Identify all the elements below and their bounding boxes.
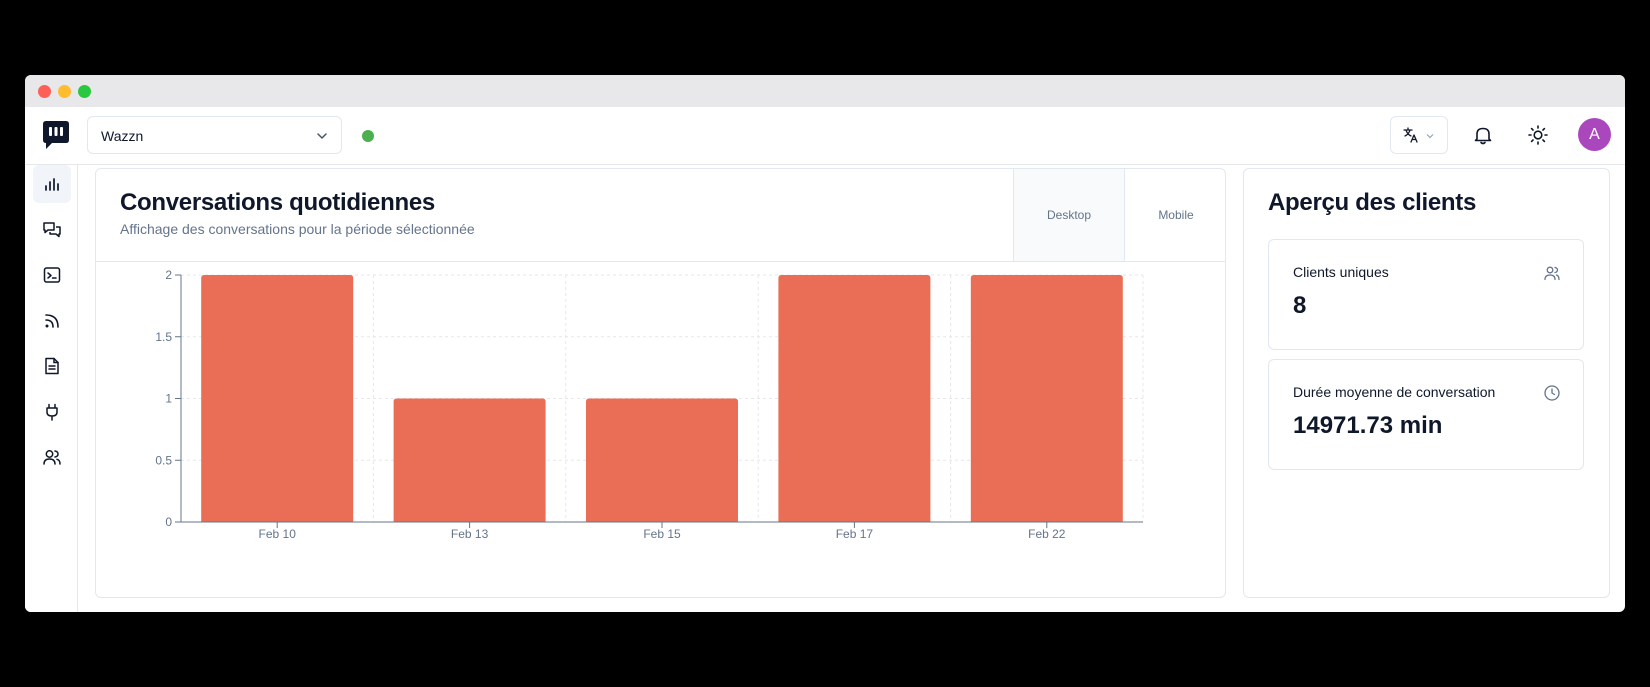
rss-icon [45, 314, 59, 328]
project-selector-label: Wazzn [101, 128, 144, 144]
bell-icon[interactable] [1472, 124, 1494, 146]
chevron-down-icon [317, 133, 327, 139]
close-window-button[interactable] [38, 85, 51, 98]
clock-icon [1544, 385, 1560, 401]
maximize-window-button[interactable] [78, 85, 91, 98]
top-bar: Wazzn A [25, 107, 1625, 165]
y-tick-label: 1.5 [155, 330, 172, 344]
y-tick-label: 0 [165, 515, 172, 529]
sun-icon[interactable] [1527, 124, 1549, 146]
stat-value: 8 [1293, 292, 1307, 319]
x-tick-label: Feb 15 [643, 527, 681, 541]
sidebar-item-users[interactable] [33, 438, 71, 476]
stat-value: 14971.73 min [1293, 412, 1443, 439]
chevron-down-icon [1426, 134, 1434, 139]
sidebar-item-feeds[interactable] [33, 302, 71, 340]
project-selector[interactable]: Wazzn [87, 116, 342, 154]
document-icon [45, 357, 59, 375]
language-selector[interactable] [1390, 116, 1448, 154]
bar-chart: 0 0.5 1 1.5 2 Feb 10 Feb 13 Feb 15 Feb 17 Feb 22 [155, 268, 1144, 541]
sidebar-item-documents[interactable] [33, 347, 71, 385]
sidebar-item-console[interactable] [33, 256, 71, 294]
plug-icon [46, 403, 58, 421]
x-tick-label: Feb 13 [451, 527, 489, 541]
status-indicator [362, 130, 374, 142]
sidebar [25, 165, 78, 612]
sidebar-item-analytics[interactable] [33, 165, 71, 203]
daily-conversations-card: Conversations quotidiennes Affichage des… [95, 168, 1226, 598]
y-tick-label: 2 [165, 268, 172, 282]
user-avatar[interactable]: A [1578, 118, 1611, 151]
stat-label: Durée moyenne de conversation [1293, 384, 1496, 400]
minimize-window-button[interactable] [58, 85, 71, 98]
card-subtitle: Affichage des conversations pour la péri… [120, 221, 475, 237]
app-window: Wazzn A Conversations quotidiennes Affic… [25, 75, 1625, 612]
translate-icon [1403, 127, 1418, 143]
card-title: Conversations quotidiennes [120, 189, 435, 216]
stat-card-average-duration: Durée moyenne de conversation 14971.73 m… [1268, 359, 1584, 470]
chart-bar [393, 398, 546, 522]
users-icon [1544, 266, 1560, 281]
x-tick-label: Feb 10 [259, 527, 297, 541]
terminal-icon [43, 267, 61, 283]
chart-bar [201, 275, 354, 522]
chart-bar [778, 275, 931, 522]
x-tick-label: Feb 22 [1028, 527, 1066, 541]
stat-label: Clients uniques [1293, 264, 1389, 280]
stat-card-unique-clients: Clients uniques 8 [1268, 239, 1584, 350]
title-bar [25, 75, 1625, 107]
y-tick-label: 0.5 [155, 453, 172, 467]
tab-desktop[interactable]: Desktop [1013, 169, 1124, 261]
card-header: Conversations quotidiennes Affichage des… [96, 169, 1225, 262]
x-tick-label: Feb 17 [836, 527, 874, 541]
sidebar-item-integrations[interactable] [33, 393, 71, 431]
users-icon [43, 450, 61, 465]
messages-icon [43, 222, 61, 238]
app-logo-icon[interactable] [41, 120, 71, 150]
customer-overview-card: Aperçu des clients Clients uniques 8 Dur… [1243, 168, 1610, 598]
bar-chart-icon [45, 178, 59, 191]
overview-title: Aperçu des clients [1268, 189, 1477, 216]
tab-mobile[interactable]: Mobile [1124, 169, 1225, 261]
y-tick-label: 1 [165, 392, 172, 406]
chart-bar [586, 398, 738, 522]
sidebar-item-conversations[interactable] [33, 211, 71, 249]
chart-bar [970, 275, 1123, 522]
